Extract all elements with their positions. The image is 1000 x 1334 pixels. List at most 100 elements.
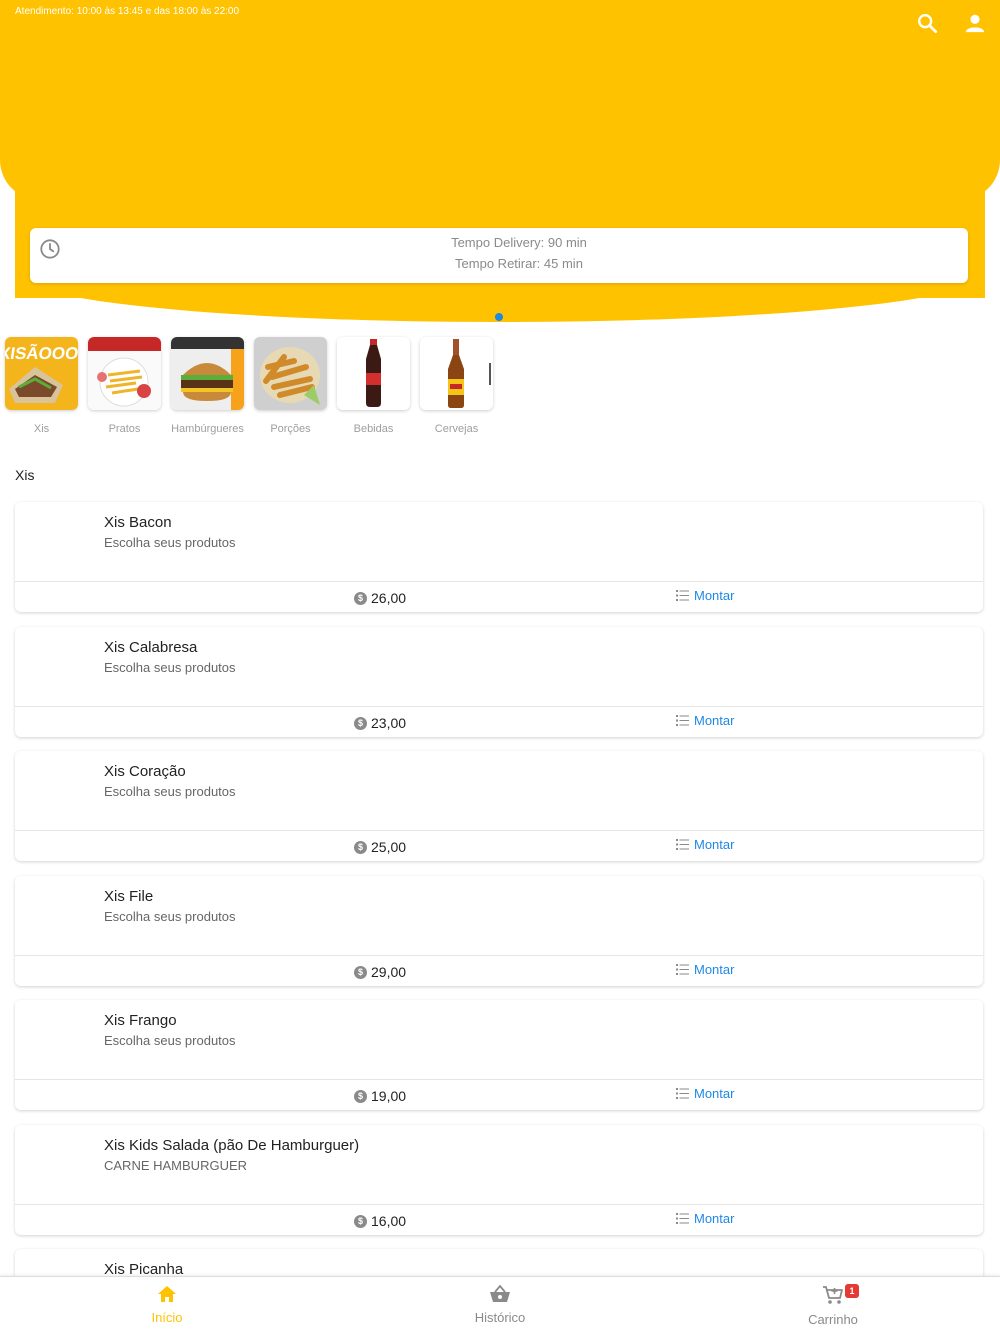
product-card[interactable]: Xis Coração Escolha seus produtos $25,00… [15,751,983,861]
app-screen: Atendimento: 10:00 às 13:45 e das 18:00 … [0,0,1000,1334]
price-value: 25,00 [371,839,407,855]
montar-label: Montar [694,1086,735,1101]
product-price: $25,00 [354,839,406,855]
list-icon [676,1088,689,1099]
product-name: Xis Coração [104,763,186,780]
home-icon [158,1286,176,1302]
coin-icon: $ [354,1089,367,1103]
product-name: Xis Frango [104,1012,177,1029]
clock-icon [40,239,60,259]
list-icon [676,715,689,726]
product-name: Xis Calabresa [104,639,198,656]
list-icon [676,964,689,975]
nav-home[interactable]: Início [107,1285,227,1325]
category-image [254,337,327,410]
montar-label: Montar [694,588,735,603]
nav-history[interactable]: Histórico [440,1284,560,1325]
category-label: Pratos [108,423,141,435]
montar-label: Montar [694,713,735,728]
category-label: Xis [33,423,50,435]
delivery-time: Tempo Delivery: 90 min [451,235,587,250]
product-description: Escolha seus produtos [104,909,236,924]
montar-label: Montar [694,962,735,977]
pickup-time: Tempo Retirar: 45 min [455,256,583,271]
product-description: Escolha seus produtos [104,784,236,799]
product-description: CARNE HAMBURGUER [104,1158,248,1173]
category-pratos[interactable]: Pratos [88,337,161,435]
category-image [337,337,410,410]
section-title: Xis [15,467,35,483]
card-divider [15,1204,983,1205]
nav-history-label: Histórico [474,1310,526,1325]
card-divider [15,581,983,582]
delivery-time-card: Tempo Delivery: 90 min Tempo Retirar: 45… [30,228,968,283]
coin-icon: $ [354,840,367,854]
price-value: 29,00 [371,964,407,980]
product-price: $19,00 [354,1088,406,1104]
montar-button[interactable]: Montar [676,962,734,977]
montar-button[interactable]: Montar [676,1211,734,1226]
product-price: $23,00 [354,715,406,731]
card-divider [15,706,983,707]
product-price: $26,00 [354,590,406,606]
product-name: Xis File [104,888,154,905]
card-divider [15,1079,983,1080]
montar-button[interactable]: Montar [676,1086,734,1101]
category-label: Cervejas [434,423,479,435]
coin-icon: $ [354,591,367,605]
basket-icon [490,1284,510,1302]
montar-button[interactable]: Montar [676,713,734,728]
product-name: Xis Kids Salada (pão De Hamburguer) [104,1137,360,1154]
product-name: Xis Bacon [104,514,172,531]
product-card[interactable]: Xis Bacon Escolha seus produtos $26,00 M… [15,502,983,612]
category-bebidas[interactable]: Bebidas [337,337,410,435]
user-icon[interactable] [964,12,986,34]
product-description: Escolha seus produtos [104,660,236,675]
svg-text:XISÃOOO: XISÃOOO [5,343,78,363]
montar-button[interactable]: Montar [676,588,734,603]
nav-home-label: Início [151,1310,183,1325]
product-price: $16,00 [354,1213,406,1229]
category-hamburgueres[interactable]: Hambúrgueres [171,337,244,435]
product-description: Escolha seus produtos [104,535,236,550]
list-icon [676,839,689,850]
category-image [171,337,244,410]
category-image [420,337,493,410]
product-card[interactable]: Xis Kids Salada (pão De Hamburguer) CARN… [15,1125,983,1235]
search-icon[interactable] [916,12,938,34]
category-label: Bebidas [353,423,394,435]
nav-cart[interactable]: 1 Carrinho [773,1284,893,1327]
price-value: 16,00 [371,1213,407,1229]
list-icon [676,1213,689,1224]
price-value: 19,00 [371,1088,407,1104]
montar-label: Montar [694,837,735,852]
cart-icon [823,1286,843,1304]
category-cervejas[interactable]: Cervejas [420,337,493,435]
opening-hours: Atendimento: 10:00 às 13:45 e das 18:00 … [15,6,240,17]
bottom-navigation: Início Histórico 1 Carrinho [0,1276,1000,1334]
category-label: Porções [270,423,311,435]
product-card[interactable]: Xis Calabresa Escolha seus produtos $23,… [15,627,983,737]
card-divider [15,830,983,831]
coin-icon: $ [354,716,367,730]
category-image: XISÃOOO [5,337,78,410]
montar-label: Montar [694,1211,735,1226]
montar-button[interactable]: Montar [676,837,734,852]
cart-count-badge: 1 [845,1284,859,1298]
product-description: Escolha seus produtos [104,1033,236,1048]
carousel-indicator[interactable] [495,313,503,321]
category-porcoes[interactable]: Porções [254,337,327,435]
category-image [88,337,161,410]
product-price: $29,00 [354,964,406,980]
product-card[interactable]: Xis File Escolha seus produtos $29,00 Mo… [15,876,983,986]
category-label: Hambúrgueres [171,423,244,435]
category-xis[interactable]: XISÃOOO Xis [5,337,78,435]
price-value: 23,00 [371,715,407,731]
coin-icon: $ [354,965,367,979]
card-divider [15,955,983,956]
price-value: 26,00 [371,590,407,606]
product-card[interactable]: Xis Frango Escolha seus produtos $19,00 … [15,1000,983,1110]
nav-cart-label: Carrinho [808,1312,858,1327]
coin-icon: $ [354,1214,367,1228]
list-icon [676,590,689,601]
